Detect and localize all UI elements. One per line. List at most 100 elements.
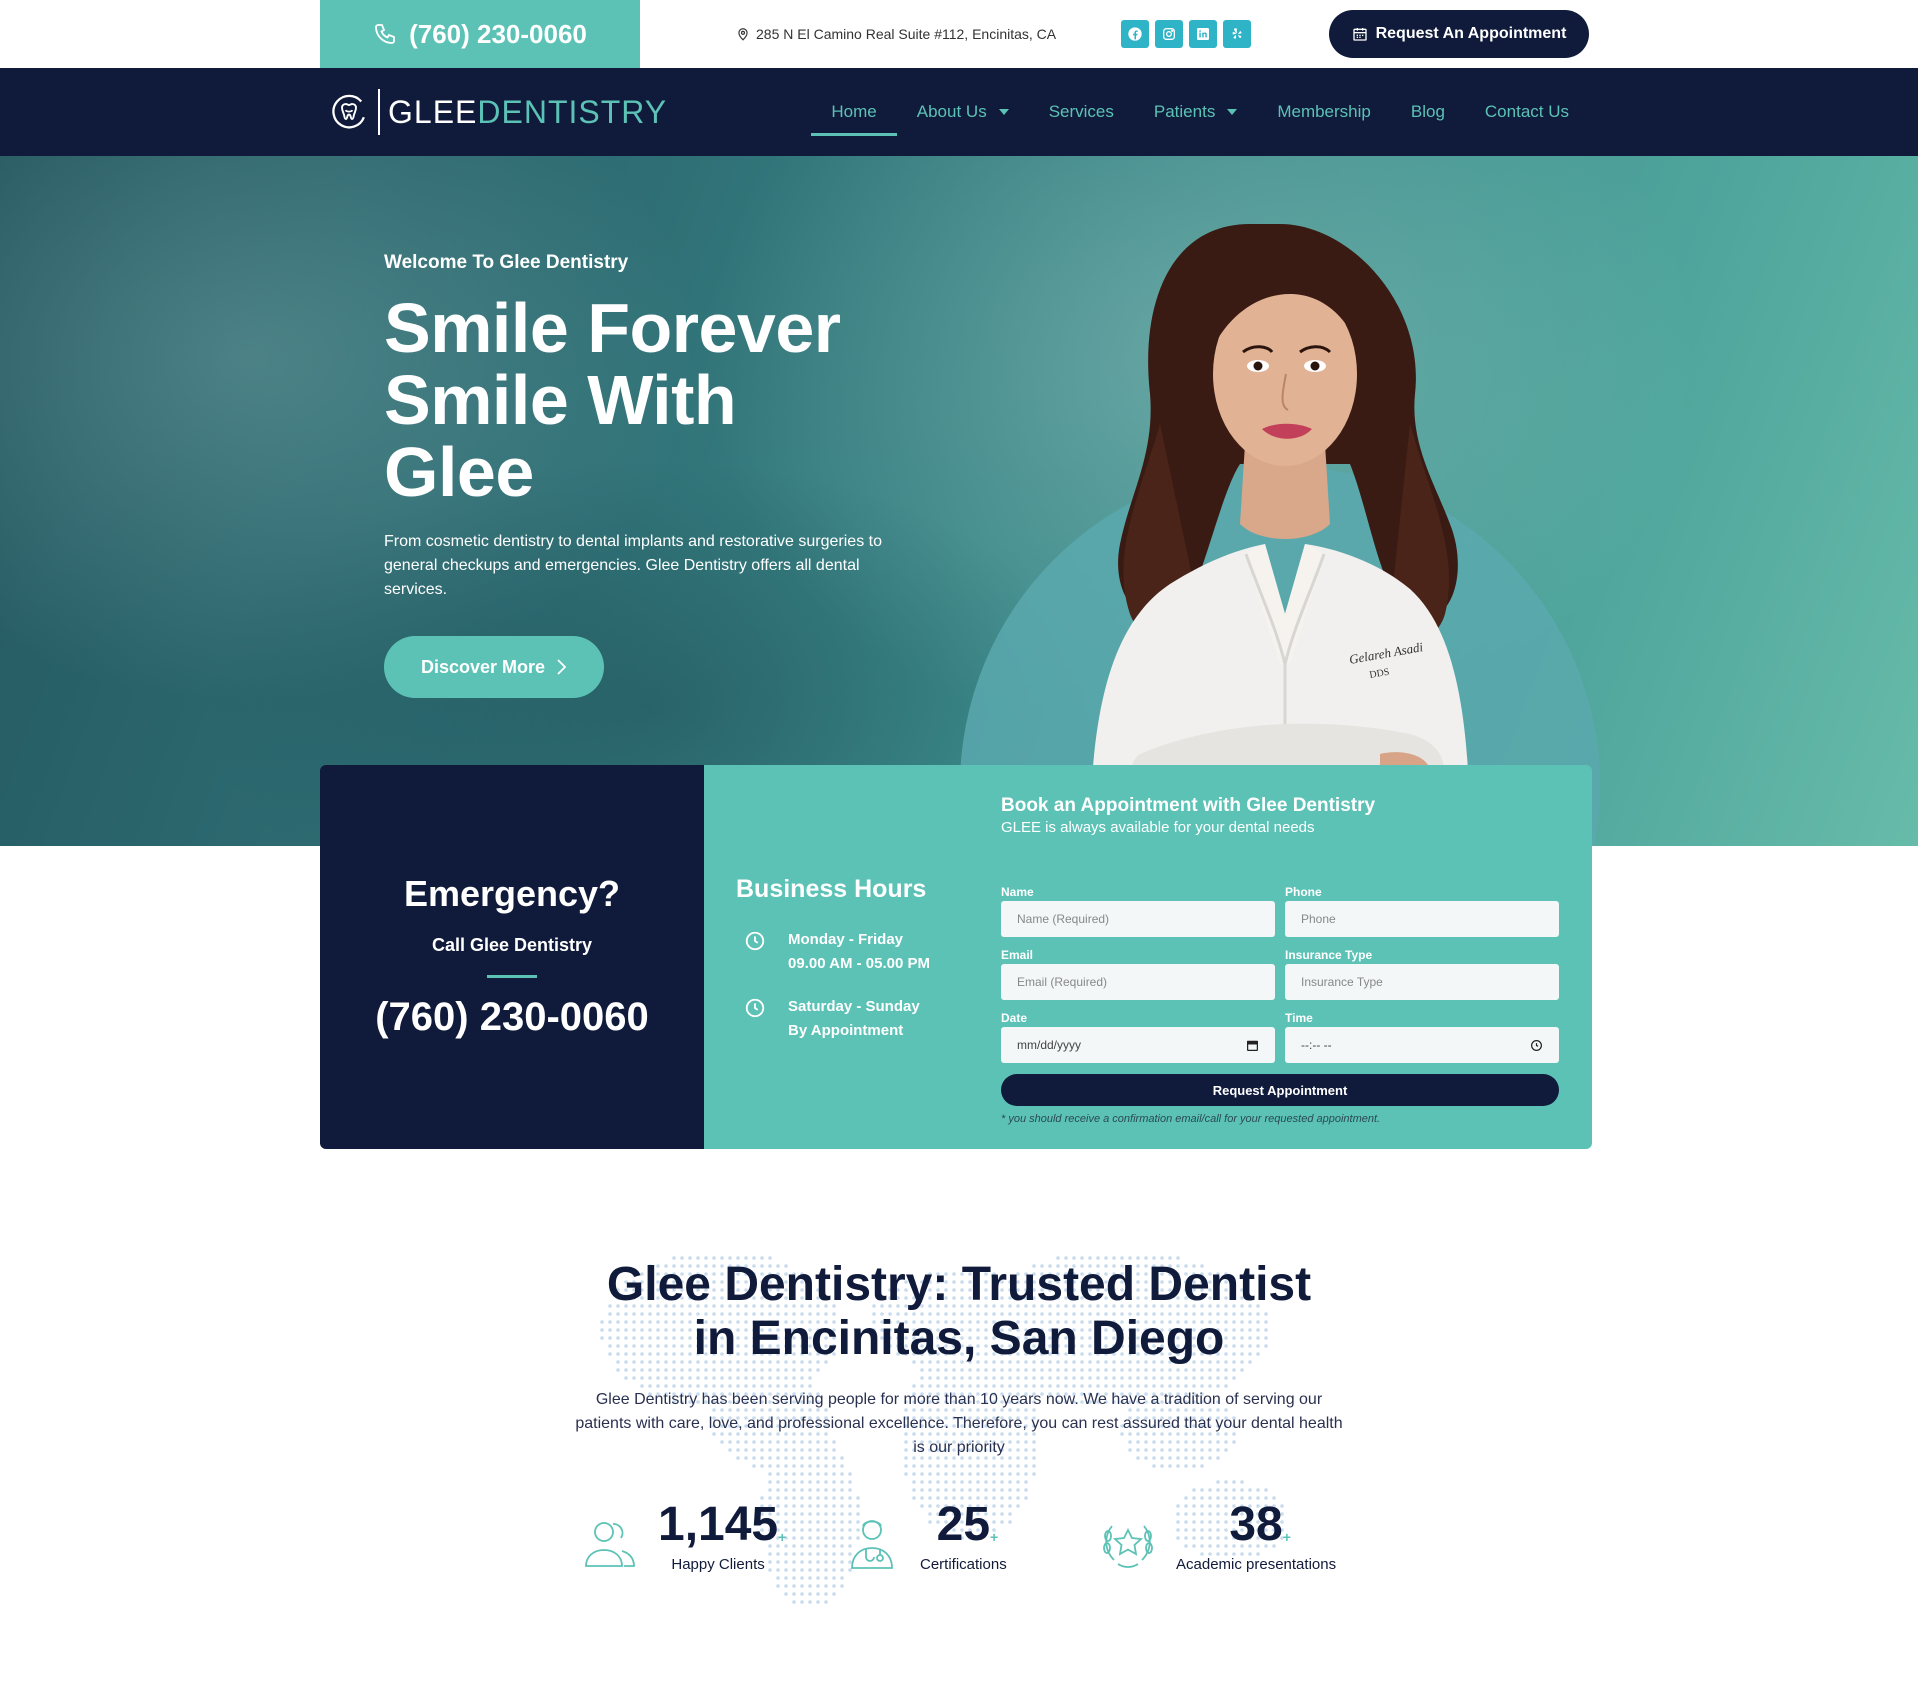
emergency-title: Emergency? [403, 873, 621, 914]
hours-days: Monday - Friday [788, 931, 904, 948]
nav-item-services[interactable]: Services [1029, 68, 1134, 156]
yelp-icon[interactable] [1223, 20, 1251, 48]
email-field-group: Email Email (Required) [1001, 948, 1275, 1000]
request-appointment-button[interactable]: Request An Appointment [1329, 10, 1589, 58]
hours-text: Saturday - Sunday By Appointment [788, 995, 920, 1043]
nav-item-patients[interactable]: Patients [1134, 68, 1257, 156]
time-placeholder: --:-- -- [1301, 1038, 1332, 1052]
discover-more-label: Discover More [420, 656, 546, 677]
logo-divider [378, 89, 380, 135]
logo-text-dentistry: DENTISTRY [477, 93, 668, 130]
phone-field-group: Phone Phone [1285, 885, 1559, 937]
nav-item-blog[interactable]: Blog [1391, 68, 1465, 156]
calendar-icon[interactable] [1246, 1039, 1259, 1052]
about-title: Glee Dentistry: Trusted Dentist in Encin… [559, 1258, 1359, 1366]
form-note: * you should receive a confirmation emai… [1001, 1113, 1381, 1125]
request-appointment-label: Request An Appointment [1375, 25, 1567, 42]
hero-section: Welcome To Glee Dentistry Smile Forever … [0, 156, 1918, 846]
clock-icon [745, 998, 765, 1018]
stat-number: 25 [936, 1498, 991, 1551]
stat-happy-clients: 1,145 + Happy Clients [580, 1498, 786, 1573]
time-field-group: Time --:-- -- [1285, 1011, 1559, 1063]
hero-description: From cosmetic dentistry to dental implan… [384, 533, 882, 598]
nav-label: Patients [1153, 102, 1216, 121]
instagram-icon[interactable] [1155, 20, 1183, 48]
map-pin-icon [738, 28, 748, 41]
date-input[interactable]: mm/dd/yyyy [1001, 1027, 1275, 1063]
date-field-group: Date mm/dd/yyyy [1001, 1011, 1275, 1063]
email-input[interactable]: Email (Required) [1001, 964, 1275, 1000]
nav-menu: Home About Us Services Patients Membersh… [811, 68, 1589, 156]
phone-icon [375, 24, 395, 44]
logo-text-glee: GLEE [388, 93, 478, 130]
site-logo[interactable]: GLEEDENTISTRY [328, 86, 667, 138]
form-title: Book an Appointment with Glee Dentistry [1001, 795, 1376, 816]
stat-suffix: + [778, 1529, 787, 1545]
hours-times: 09.00 AM - 05.00 PM [788, 955, 931, 972]
stat-number: 1,145 [658, 1498, 779, 1551]
name-label: Name [1001, 885, 1034, 899]
hero-eyebrow: Welcome To Glee Dentistry [384, 252, 629, 273]
about-title-line: Glee Dentistry: Trusted Dentist [606, 1258, 1312, 1311]
date-label: Date [1001, 1011, 1028, 1025]
insurance-placeholder: Insurance Type [1301, 975, 1383, 989]
clock-icon [745, 931, 765, 951]
time-label: Time [1285, 1011, 1313, 1025]
nav-item-about-us[interactable]: About Us [897, 68, 1029, 156]
date-placeholder: mm/dd/yyyy [1017, 1038, 1082, 1052]
nav-item-contact-us[interactable]: Contact Us [1465, 68, 1589, 156]
logo-text: GLEEDENTISTRY [388, 94, 667, 131]
hours-row: Monday - Friday 09.00 AM - 05.00 PM [744, 928, 930, 976]
top-phone-link[interactable]: (760) 230-0060 [320, 0, 640, 68]
about-description: Glee Dentistry has been serving people f… [575, 1391, 1343, 1456]
hero-title-line: Smile With [384, 361, 737, 439]
stat-certifications: 25 + Certifications [842, 1498, 1007, 1573]
people-icon [585, 1522, 635, 1567]
about-title-line: in Encinitas, San Diego [693, 1312, 1225, 1365]
phone-input[interactable]: Phone [1285, 901, 1559, 937]
info-panel: Emergency? Call Glee Dentistry (760) 230… [320, 765, 1592, 1149]
stat-body: 1,145 + Happy Clients [658, 1498, 786, 1573]
hours-times: By Appointment [788, 1022, 904, 1039]
top-phone-number: (760) 230-0060 [409, 18, 587, 49]
appointment-form: Book an Appointment with Glee Dentistry … [1001, 795, 1559, 1125]
nav-item-home[interactable]: Home [811, 68, 898, 156]
name-placeholder: Name (Required) [1017, 912, 1110, 926]
top-bar: (760) 230-0060 285 N El Camino Real Suit… [0, 0, 1918, 68]
phone-label: Phone [1285, 885, 1322, 899]
hero-title-line: Smile Forever [384, 289, 841, 367]
hours-row: Saturday - Sunday By Appointment [744, 995, 920, 1043]
stat-body: 25 + Certifications [920, 1498, 1007, 1573]
time-input[interactable]: --:-- -- [1285, 1027, 1559, 1063]
hero-title-line: Glee [384, 433, 534, 511]
insurance-input[interactable]: Insurance Type [1285, 964, 1559, 1000]
stat-academic-presentations: 38 + Academic presentations [1098, 1498, 1336, 1573]
nav-label: About Us [916, 102, 987, 121]
laurel-star-icon [1103, 1525, 1153, 1568]
emergency-subtitle: Call Glee Dentistry [431, 935, 593, 955]
insurance-label: Insurance Type [1285, 948, 1373, 962]
nav-label: Services [1048, 102, 1114, 121]
clock-icon[interactable] [1530, 1039, 1543, 1052]
linkedin-icon[interactable] [1189, 20, 1217, 48]
facebook-icon[interactable] [1121, 20, 1149, 48]
top-address: 285 N El Camino Real Suite #112, Encinit… [736, 22, 1056, 46]
stat-suffix: + [990, 1529, 999, 1545]
caret-down-icon [1227, 109, 1238, 115]
request-appointment-submit[interactable]: Request Appointment [1001, 1074, 1559, 1106]
stat-body: 38 + Academic presentations [1176, 1498, 1336, 1573]
insurance-field-group: Insurance Type Insurance Type [1285, 948, 1559, 1000]
email-label: Email [1001, 948, 1034, 962]
nav-label: Home [831, 102, 877, 121]
emergency-phone-link[interactable]: (760) 230-0060 [320, 995, 704, 1040]
stat-label: Happy Clients [671, 1556, 765, 1573]
business-hours-title: Business Hours [736, 875, 927, 903]
name-field-group: Name Name (Required) [1001, 885, 1275, 937]
stat-number: 38 [1229, 1498, 1283, 1551]
hours-form-panel: Business Hours Monday - Friday 09.00 AM … [704, 765, 1592, 1149]
social-links [1121, 20, 1251, 48]
name-input[interactable]: Name (Required) [1001, 901, 1275, 937]
discover-more-button[interactable]: Discover More [384, 636, 604, 698]
nav-label: Contact Us [1484, 102, 1569, 121]
nav-item-membership[interactable]: Membership [1257, 68, 1391, 156]
